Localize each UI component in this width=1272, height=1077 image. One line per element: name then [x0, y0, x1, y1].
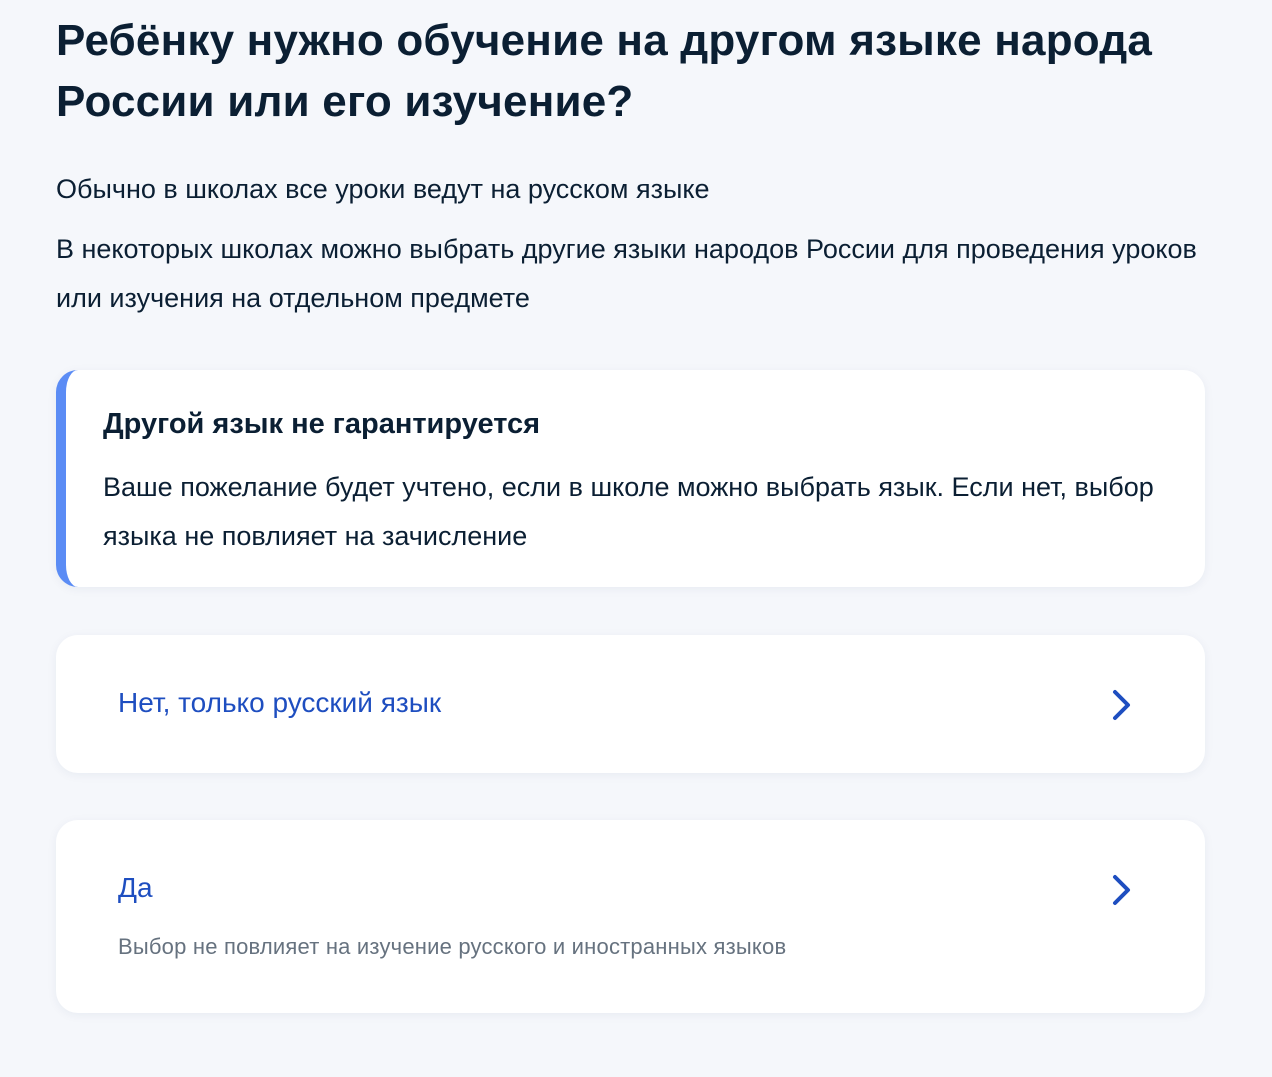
intro-text-other-languages: В некоторых школах можно выбрать другие …: [56, 234, 1197, 313]
info-notice: Другой язык не гарантируется Ваше пожела…: [56, 370, 1205, 587]
intro-text-default-language: Обычно в школах все уроки ведут на русск…: [56, 174, 710, 204]
info-notice-text: Ваше пожелание будет учтено, если в школ…: [103, 472, 1154, 551]
chevron-right-icon: [1110, 687, 1134, 723]
option-only-russian-label: Нет, только русский язык: [118, 687, 442, 718]
page-title: Ребёнку нужно обучение на другом языке н…: [56, 16, 1153, 126]
option-yes-description: Выбор не повлияет на изучение русского и…: [118, 934, 787, 959]
option-yes-button[interactable]: Да Выбор не повлияет на изучение русског…: [56, 820, 1205, 1013]
language-choice-page: Ребёнку нужно обучение на другом языке н…: [0, 0, 1272, 1077]
option-only-russian-button[interactable]: Нет, только русский язык: [56, 635, 1205, 773]
info-notice-title: Другой язык не гарантируется: [103, 408, 541, 440]
option-yes-label: Да: [118, 872, 153, 903]
chevron-right-icon: [1110, 872, 1134, 908]
